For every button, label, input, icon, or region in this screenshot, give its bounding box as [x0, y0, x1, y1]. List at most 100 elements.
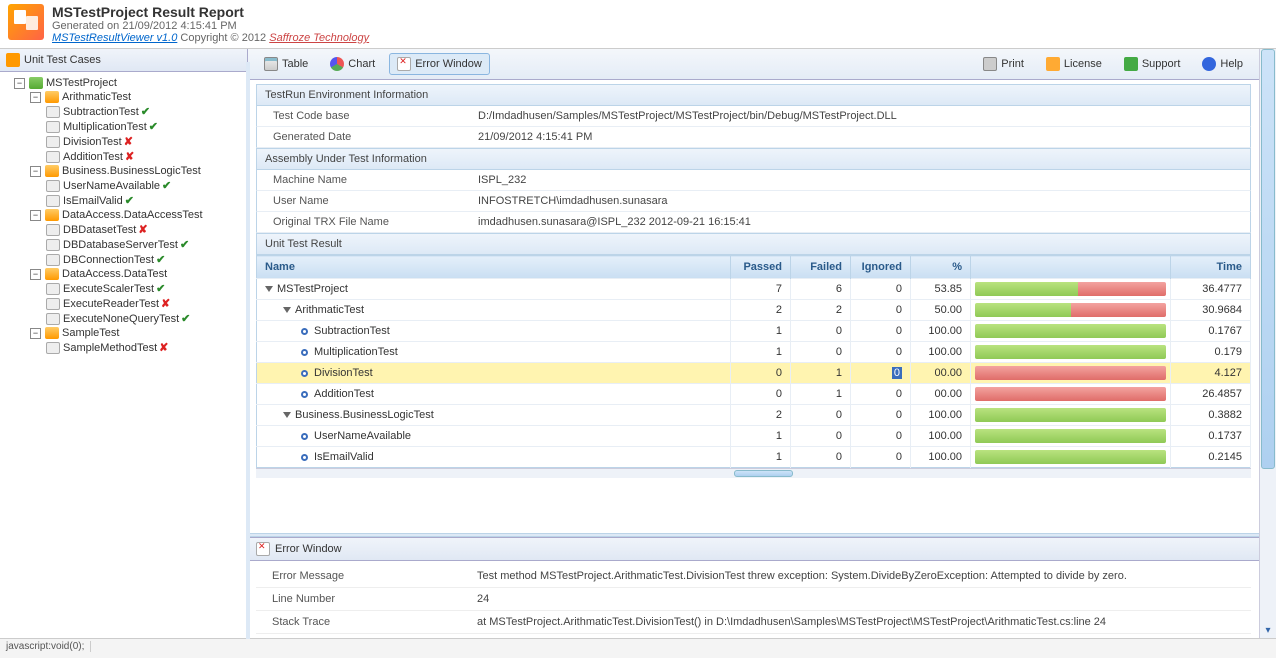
cell-failed: 0 [791, 405, 851, 426]
table-row[interactable]: IsEmailValid100100.000.2145 [257, 447, 1251, 468]
scroll-thumb[interactable] [1261, 49, 1275, 469]
class-icon [45, 209, 59, 221]
result-section-header: Unit Test Result [256, 233, 1251, 255]
cell-failed: 0 [791, 342, 851, 363]
tree-node[interactable]: −SampleTest [30, 326, 245, 340]
col-passed[interactable]: Passed [731, 256, 791, 279]
collapse-icon[interactable]: − [30, 328, 41, 339]
tree-node[interactable]: −Business.BusinessLogicTest [30, 164, 245, 178]
col-time[interactable]: Time [1171, 256, 1251, 279]
collapse-icon[interactable]: − [30, 166, 41, 177]
cell-time: 30.9684 [1171, 300, 1251, 321]
collapse-icon[interactable]: − [14, 78, 25, 89]
vertical-splitter[interactable] [246, 62, 250, 639]
test-icon [46, 342, 60, 354]
bar-pass [975, 282, 1078, 296]
tree-node[interactable]: ExecuteReaderTest✘ [46, 296, 245, 311]
cell-bar [971, 279, 1171, 300]
test-icon [46, 180, 60, 192]
expand-icon[interactable] [265, 286, 273, 292]
print-button[interactable]: Print [975, 53, 1032, 75]
table-row[interactable]: MSTestProject76053.8536.4777 [257, 279, 1251, 300]
cell-time: 36.4777 [1171, 279, 1251, 300]
cell-pct: 100.00 [911, 447, 971, 468]
cell-pct: 100.00 [911, 321, 971, 342]
cell-time: 0.1737 [1171, 426, 1251, 447]
viewer-link[interactable]: MSTestResultViewer v1.0 [52, 32, 177, 44]
tree-node[interactable]: −DataAccess.DataAccessTest [30, 208, 245, 222]
cell-pct: 00.00 [911, 363, 971, 384]
cell-time: 0.1767 [1171, 321, 1251, 342]
tree-node[interactable]: DBConnectionTest✔ [46, 252, 245, 267]
class-icon [45, 268, 59, 280]
tree-node[interactable]: −ArithmaticTest [30, 90, 245, 104]
col-failed[interactable]: Failed [791, 256, 851, 279]
fail-icon: ✘ [124, 135, 133, 148]
code-base-label: Test Code base [273, 110, 478, 122]
tree-node[interactable]: −DataAccess.DataTest [30, 267, 245, 281]
bar-fail [1071, 303, 1167, 317]
row-name: IsEmailValid [314, 451, 374, 463]
expand-icon[interactable] [283, 412, 291, 418]
cell-pct: 00.00 [911, 384, 971, 405]
tree-node[interactable]: SubtractionTest✔ [46, 104, 245, 119]
table-row[interactable]: UserNameAvailable100100.000.1737 [257, 426, 1251, 447]
tree-node[interactable]: DivisionTest✘ [46, 134, 245, 149]
cell-pct: 100.00 [911, 342, 971, 363]
help-button[interactable]: Help [1194, 53, 1251, 75]
tree-node[interactable]: −MSTestProject [14, 76, 245, 90]
cell-time: 4.127 [1171, 363, 1251, 384]
company-link[interactable]: Saffroze Technology [269, 32, 369, 44]
cell-passed: 2 [731, 405, 791, 426]
tree-title: Unit Test Cases [0, 49, 247, 72]
table-row[interactable]: AdditionTest01000.0026.4857 [257, 384, 1251, 405]
bullet-icon [301, 328, 308, 335]
vertical-scrollbar[interactable]: ▴ ▾ [1259, 49, 1276, 638]
tree-node[interactable]: ExecuteNoneQueryTest✔ [46, 311, 245, 326]
pass-icon: ✔ [162, 179, 171, 192]
report-icon [8, 4, 44, 40]
table-row[interactable]: MultiplicationTest100100.000.179 [257, 342, 1251, 363]
cell-failed: 6 [791, 279, 851, 300]
col-bar [971, 256, 1171, 279]
tree-node[interactable]: ExecuteScalerTest✔ [46, 281, 245, 296]
table-row[interactable]: ArithmaticTest22050.0030.9684 [257, 300, 1251, 321]
cell-time: 26.4857 [1171, 384, 1251, 405]
col-pct[interactable]: % [911, 256, 971, 279]
bullet-icon [301, 391, 308, 398]
col-name[interactable]: Name [257, 256, 731, 279]
bar-fail [975, 387, 1166, 401]
stack-trace-value: at MSTestProject.ArithmaticTest.Division… [477, 616, 1235, 628]
tree-label: DBConnectionTest [63, 254, 154, 266]
collapse-icon[interactable]: − [30, 210, 41, 221]
table-button[interactable]: Table [256, 53, 316, 75]
tree-body[interactable]: −MSTestProject−ArithmaticTestSubtraction… [0, 72, 247, 638]
tree-label: DivisionTest [63, 136, 122, 148]
tree-node[interactable]: MultiplicationTest✔ [46, 119, 245, 134]
col-ignored[interactable]: Ignored [851, 256, 911, 279]
tree-node[interactable]: DBDatasetTest✘ [46, 222, 245, 237]
cell-passed: 1 [731, 321, 791, 342]
horizontal-scrollbar[interactable] [256, 468, 1251, 478]
table-row[interactable]: DivisionTest01000.004.127 [257, 363, 1251, 384]
error-window-button[interactable]: Error Window [389, 53, 490, 75]
table-row[interactable]: SubtractionTest100100.000.1767 [257, 321, 1251, 342]
cell-ignored: 0 [851, 405, 911, 426]
table-row[interactable]: Business.BusinessLogicTest200100.000.388… [257, 405, 1251, 426]
cell-passed: 1 [731, 426, 791, 447]
collapse-icon[interactable]: − [30, 92, 41, 103]
scroll-down-icon[interactable]: ▾ [1261, 622, 1275, 638]
chart-button[interactable]: Chart [322, 53, 383, 75]
license-button[interactable]: License [1038, 53, 1110, 75]
error-msg-value: Test method MSTestProject.ArithmaticTest… [477, 570, 1235, 582]
tree-node[interactable]: UserNameAvailable✔ [46, 178, 245, 193]
user-value: INFOSTRETCH\imdadhusen.sunasara [478, 195, 1234, 207]
tree-node[interactable]: SampleMethodTest✘ [46, 340, 245, 355]
tree-node[interactable]: DBDatabaseServerTest✔ [46, 237, 245, 252]
tree-node[interactable]: IsEmailValid✔ [46, 193, 245, 208]
expand-icon[interactable] [283, 307, 291, 313]
support-button[interactable]: Support [1116, 53, 1189, 75]
tree-node[interactable]: AdditionTest✘ [46, 149, 245, 164]
collapse-icon[interactable]: − [30, 269, 41, 280]
h-scroll-thumb[interactable] [734, 470, 794, 477]
